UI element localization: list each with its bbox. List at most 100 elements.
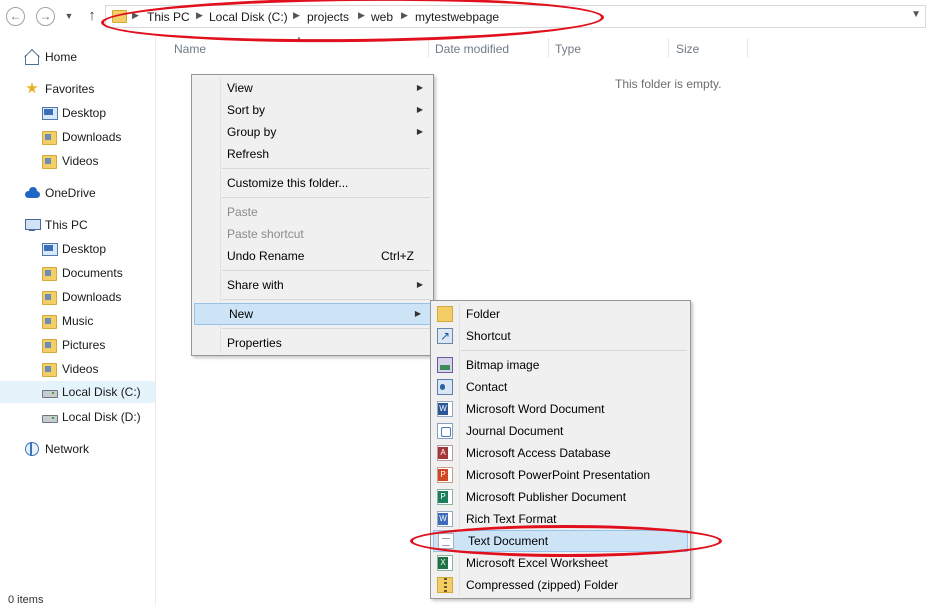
powerpoint-icon	[437, 467, 453, 483]
breadcrumb-web[interactable]: web	[371, 10, 393, 24]
menu-item-refresh[interactable]: Refresh	[193, 143, 432, 165]
breadcrumb-separator-icon: ▶	[196, 10, 203, 20]
chevron-down-icon[interactable]: ▼	[911, 9, 921, 20]
videos-folder-icon	[41, 153, 57, 169]
new-item-rich-text-format[interactable]: Rich Text Format	[432, 508, 689, 530]
menu-item-label: Bitmap image	[466, 358, 540, 372]
breadcrumb-this-pc[interactable]: This PC	[147, 10, 190, 24]
sidebar-item-label: This PC	[45, 218, 88, 232]
sidebar-item-documents[interactable]: Documents	[41, 262, 123, 284]
menu-separator	[461, 350, 687, 351]
column-header-name[interactable]: Name	[174, 42, 206, 56]
sidebar-item-label: Pictures	[62, 338, 106, 352]
breadcrumb-mytestwebpage[interactable]: mytestwebpage	[415, 10, 499, 24]
new-item-contact[interactable]: Contact	[432, 376, 689, 398]
sidebar-item-favorites-videos[interactable]: Videos	[41, 150, 98, 172]
sidebar-item-label: Downloads	[62, 130, 122, 144]
sidebar-item-desktop[interactable]: Desktop	[41, 238, 106, 260]
shortcut-icon	[437, 328, 453, 344]
menu-item-group-by[interactable]: Group by ▶	[193, 121, 432, 143]
menu-item-label: Share with	[227, 278, 284, 292]
back-button[interactable]: ←	[6, 7, 25, 26]
status-bar-item-count: 0 items	[8, 594, 44, 606]
sidebar-item-network[interactable]: Network	[24, 438, 89, 460]
sidebar-item-favorites-downloads[interactable]: Downloads	[41, 126, 121, 148]
drive-icon	[41, 384, 58, 400]
sidebar-item-label: Videos	[62, 362, 99, 376]
submenu-arrow-icon: ▶	[416, 105, 423, 114]
downloads-folder-icon	[41, 129, 57, 145]
sidebar-item-home[interactable]: Home	[24, 46, 77, 68]
breadcrumb-local-disk-c[interactable]: Local Disk (C:)	[209, 10, 288, 24]
menu-item-label: Contact	[466, 380, 508, 394]
menu-item-label: Folder	[466, 307, 501, 321]
computer-icon	[24, 217, 41, 233]
column-header-date-modified[interactable]: Date modified	[435, 42, 509, 56]
sidebar-item-downloads[interactable]: Downloads	[41, 286, 121, 308]
sidebar-item-pictures[interactable]: Pictures	[41, 334, 105, 356]
breadcrumb-projects[interactable]: projects	[307, 10, 349, 24]
menu-item-label: Shortcut	[466, 329, 511, 343]
network-icon	[24, 441, 40, 457]
journal-document-icon	[437, 423, 453, 439]
address-bar[interactable]: ▶ This PC ▶ Local Disk (C:) ▶ projects ▶…	[105, 5, 926, 28]
column-header-type[interactable]: Type	[555, 42, 581, 56]
sidebar-item-label: OneDrive	[45, 186, 96, 200]
new-item-publisher[interactable]: Microsoft Publisher Document	[432, 486, 689, 508]
new-item-powerpoint[interactable]: Microsoft PowerPoint Presentation	[432, 464, 689, 486]
new-item-excel-worksheet[interactable]: Microsoft Excel Worksheet	[432, 552, 689, 574]
home-icon	[24, 49, 40, 65]
menu-item-label: Sort by	[227, 103, 266, 117]
column-header-size[interactable]: Size	[676, 42, 699, 56]
recent-locations-dropdown[interactable]: ▼	[63, 9, 75, 23]
sidebar-item-favorites[interactable]: ★ Favorites	[24, 78, 94, 100]
sidebar-item-onedrive[interactable]: OneDrive	[24, 182, 96, 204]
menu-item-label: Compressed (zipped) Folder	[466, 578, 619, 592]
sidebar-item-favorites-desktop[interactable]: Desktop	[41, 102, 106, 124]
sidebar-item-local-disk-c[interactable]: Local Disk (C:)	[0, 381, 155, 403]
sidebar-item-label: Music	[62, 314, 94, 328]
menu-item-label: Paste shortcut	[227, 227, 304, 241]
menu-item-label: Microsoft Excel Worksheet	[466, 556, 608, 570]
shortcut-label: Ctrl+Z	[381, 249, 414, 263]
folder-icon	[437, 306, 453, 322]
new-item-text-document[interactable]: Text Document	[433, 530, 688, 552]
onedrive-cloud-icon	[24, 185, 40, 201]
menu-item-customize-folder[interactable]: Customize this folder...	[193, 172, 432, 194]
new-item-shortcut[interactable]: Shortcut	[432, 325, 689, 347]
breadcrumb-separator-icon: ▶	[132, 10, 139, 20]
column-divider[interactable]	[548, 38, 549, 58]
new-item-zipped-folder[interactable]: Compressed (zipped) Folder	[432, 574, 689, 596]
new-item-bitmap-image[interactable]: Bitmap image	[432, 354, 689, 376]
sidebar-item-music[interactable]: Music	[41, 310, 93, 332]
menu-item-share-with[interactable]: Share with ▶	[193, 274, 432, 296]
breadcrumb-separator-icon: ▶	[401, 10, 408, 20]
bitmap-image-icon	[437, 357, 453, 373]
menu-item-view[interactable]: View ▶	[193, 77, 432, 99]
menu-item-sort-by[interactable]: Sort by ▶	[193, 99, 432, 121]
menu-item-new[interactable]: New ▶	[194, 303, 431, 325]
sidebar-item-label: Local Disk (D:)	[62, 410, 141, 424]
sidebar-item-label: Desktop	[62, 242, 107, 256]
menu-item-label: Paste	[227, 205, 258, 219]
column-divider[interactable]	[747, 38, 748, 58]
up-arrow-icon: ↑	[88, 7, 96, 24]
sidebar-item-this-pc[interactable]: This PC	[24, 214, 88, 236]
new-item-word-document[interactable]: Microsoft Word Document	[432, 398, 689, 420]
submenu-arrow-icon: ▶	[414, 309, 421, 318]
new-item-journal-document[interactable]: Journal Document	[432, 420, 689, 442]
forward-button[interactable]: →	[36, 7, 55, 26]
menu-item-label: Microsoft Word Document	[466, 402, 605, 416]
sidebar-item-local-disk-d[interactable]: Local Disk (D:)	[41, 406, 141, 428]
sidebar-item-videos[interactable]: Videos	[41, 358, 98, 380]
up-button[interactable]: ↑	[85, 6, 99, 26]
back-arrow-icon: ←	[9, 9, 22, 23]
menu-item-label: Refresh	[227, 147, 270, 161]
column-divider[interactable]	[668, 38, 669, 58]
new-item-folder[interactable]: Folder	[432, 303, 689, 325]
menu-item-undo-rename[interactable]: Undo Rename Ctrl+Z	[193, 245, 432, 267]
menu-item-properties[interactable]: Properties	[193, 332, 432, 354]
column-divider[interactable]	[428, 38, 429, 58]
new-item-access-database[interactable]: Microsoft Access Database	[432, 442, 689, 464]
menu-item-label: Microsoft Publisher Document	[466, 490, 627, 504]
